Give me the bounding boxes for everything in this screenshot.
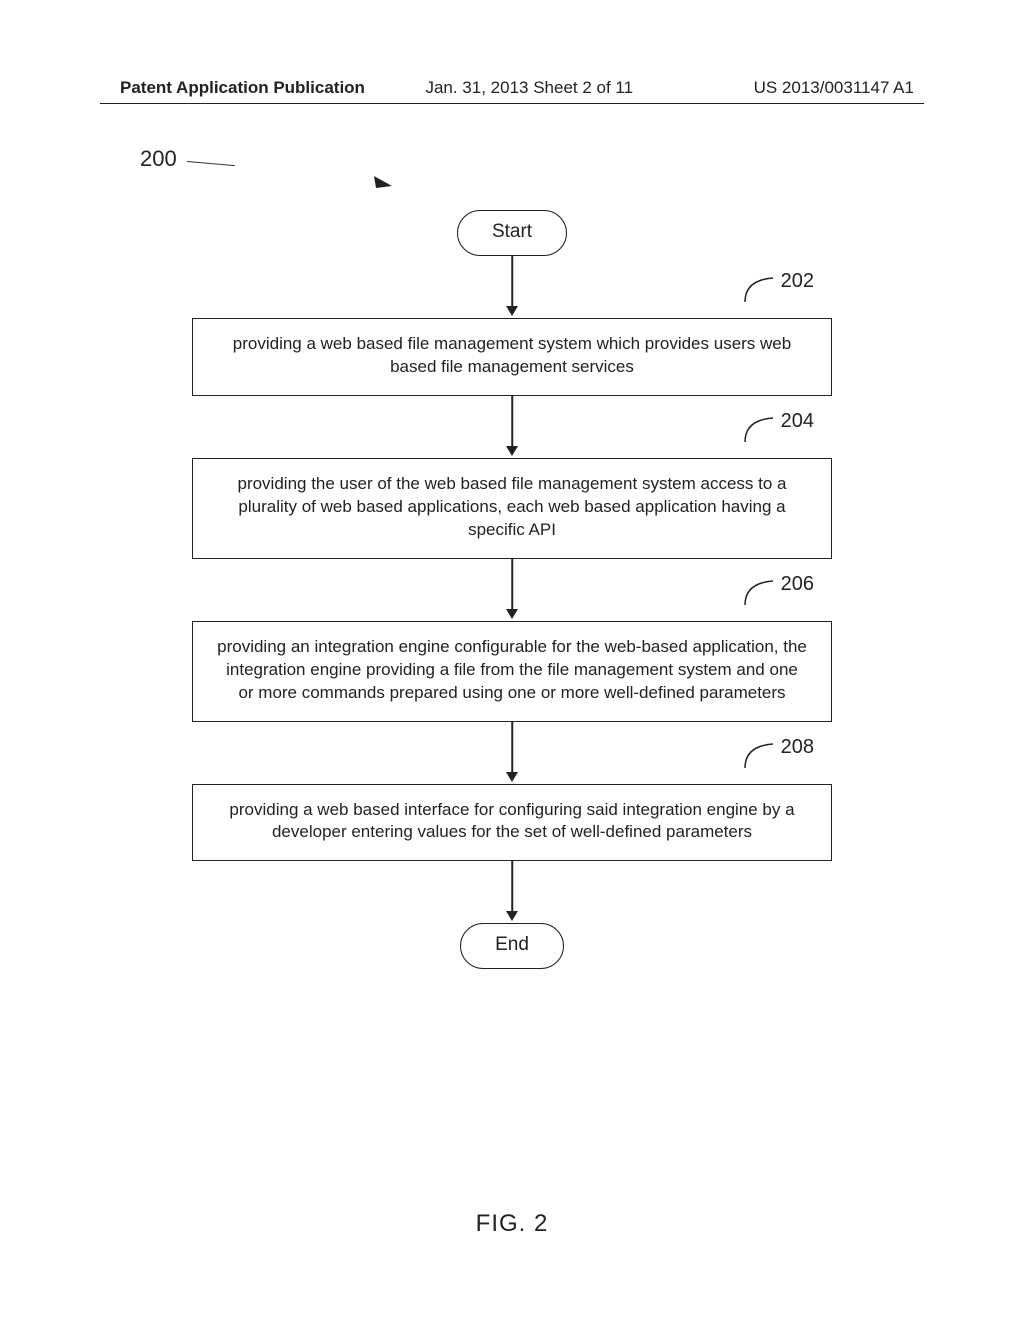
start-label: Start xyxy=(492,221,532,242)
figure-label: FIG. 2 xyxy=(476,1210,549,1238)
ref-200-leader xyxy=(187,161,235,166)
flowchart: Start 202 providing a web based file man… xyxy=(192,210,832,969)
arrow-3: 208 xyxy=(192,722,832,784)
step-box-202: providing a web based file management sy… xyxy=(192,318,832,396)
callout-206: 206 xyxy=(743,577,814,607)
arrow-2: 206 xyxy=(192,559,832,621)
step-box-208: providing a web based interface for conf… xyxy=(192,784,832,862)
arrow-head-icon xyxy=(506,772,518,782)
arrow-head-icon xyxy=(506,911,518,921)
page-header: Patent Application Publication Jan. 31, … xyxy=(0,78,1024,98)
callout-curve-icon xyxy=(743,740,779,770)
ref-200-label: 200 xyxy=(140,146,177,172)
header-pub-number: US 2013/0031147 A1 xyxy=(754,78,914,98)
callout-curve-icon xyxy=(743,274,779,304)
arrow-line-icon xyxy=(511,256,513,308)
step-box-204: providing the user of the web based file… xyxy=(192,458,832,559)
header-publication: Patent Application Publication xyxy=(120,78,365,98)
step-text-204: providing the user of the web based file… xyxy=(237,474,786,539)
callout-num-202: 202 xyxy=(781,270,814,293)
callout-208: 208 xyxy=(743,740,814,770)
ref-200-arrowhead-icon xyxy=(374,172,402,194)
callout-num-204: 204 xyxy=(781,410,814,433)
end-label: End xyxy=(495,934,529,955)
callout-202: 202 xyxy=(743,274,814,304)
step-text-202: providing a web based file management sy… xyxy=(233,334,791,376)
arrow-line-icon xyxy=(511,559,513,611)
step-text-206: providing an integration engine configur… xyxy=(217,637,807,702)
reference-numeral-200: 200 xyxy=(140,146,237,172)
header-date-sheet: Jan. 31, 2013 Sheet 2 of 11 xyxy=(425,78,633,98)
callout-curve-icon xyxy=(743,414,779,444)
arrow-head-icon xyxy=(506,306,518,316)
step-box-206: providing an integration engine configur… xyxy=(192,621,832,722)
callout-curve-icon xyxy=(743,577,779,607)
arrow-line-icon xyxy=(511,861,513,913)
header-rule xyxy=(100,103,924,104)
end-terminator: End xyxy=(460,923,564,969)
callout-num-208: 208 xyxy=(781,736,814,759)
arrow-4 xyxy=(192,861,832,923)
arrow-line-icon xyxy=(511,722,513,774)
start-terminator: Start xyxy=(457,210,567,256)
arrow-0: 202 xyxy=(192,256,832,318)
callout-204: 204 xyxy=(743,414,814,444)
arrow-1: 204 xyxy=(192,396,832,458)
arrow-head-icon xyxy=(506,609,518,619)
callout-num-206: 206 xyxy=(781,573,814,596)
step-text-208: providing a web based interface for conf… xyxy=(229,800,794,842)
arrow-head-icon xyxy=(506,446,518,456)
arrow-line-icon xyxy=(511,396,513,448)
